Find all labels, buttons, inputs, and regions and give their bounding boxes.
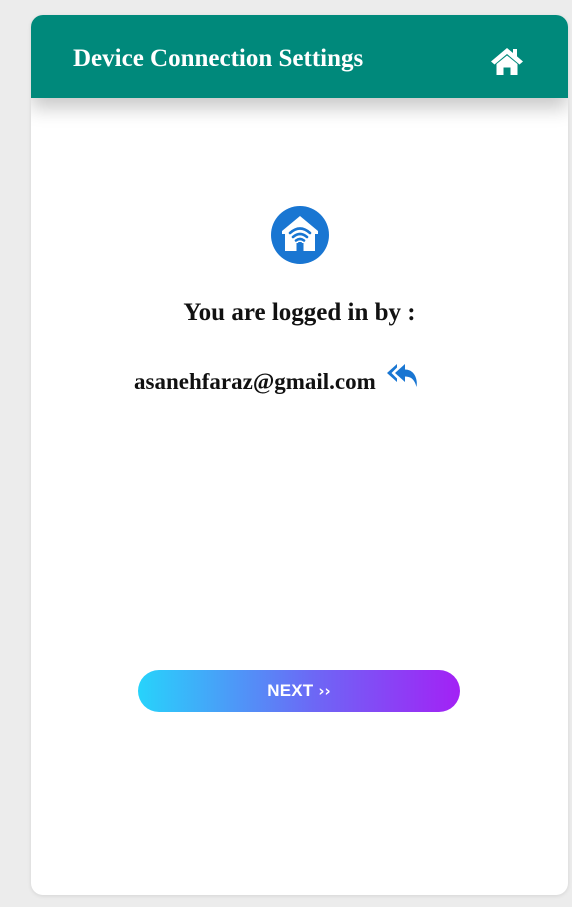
home-button[interactable]: [490, 46, 524, 76]
app-header: Device Connection Settings: [31, 15, 568, 98]
account-row: asanehfaraz@gmail.com: [134, 364, 420, 401]
logged-in-label: You are logged in by :: [183, 299, 416, 326]
next-button[interactable]: NEXT ››: [138, 670, 460, 712]
switch-account-button[interactable]: [384, 360, 420, 394]
home-icon: [491, 48, 523, 75]
reply-all-icon: [386, 364, 417, 387]
next-button-label: NEXT: [267, 681, 314, 700]
settings-card: Device Connection Settings You are logge…: [31, 15, 568, 895]
account-email: asanehfaraz@gmail.com: [134, 369, 376, 394]
page-title: Device Connection Settings: [73, 45, 364, 72]
chevron-right-icon: ››: [318, 682, 331, 700]
wifi-home-icon: [270, 205, 330, 265]
